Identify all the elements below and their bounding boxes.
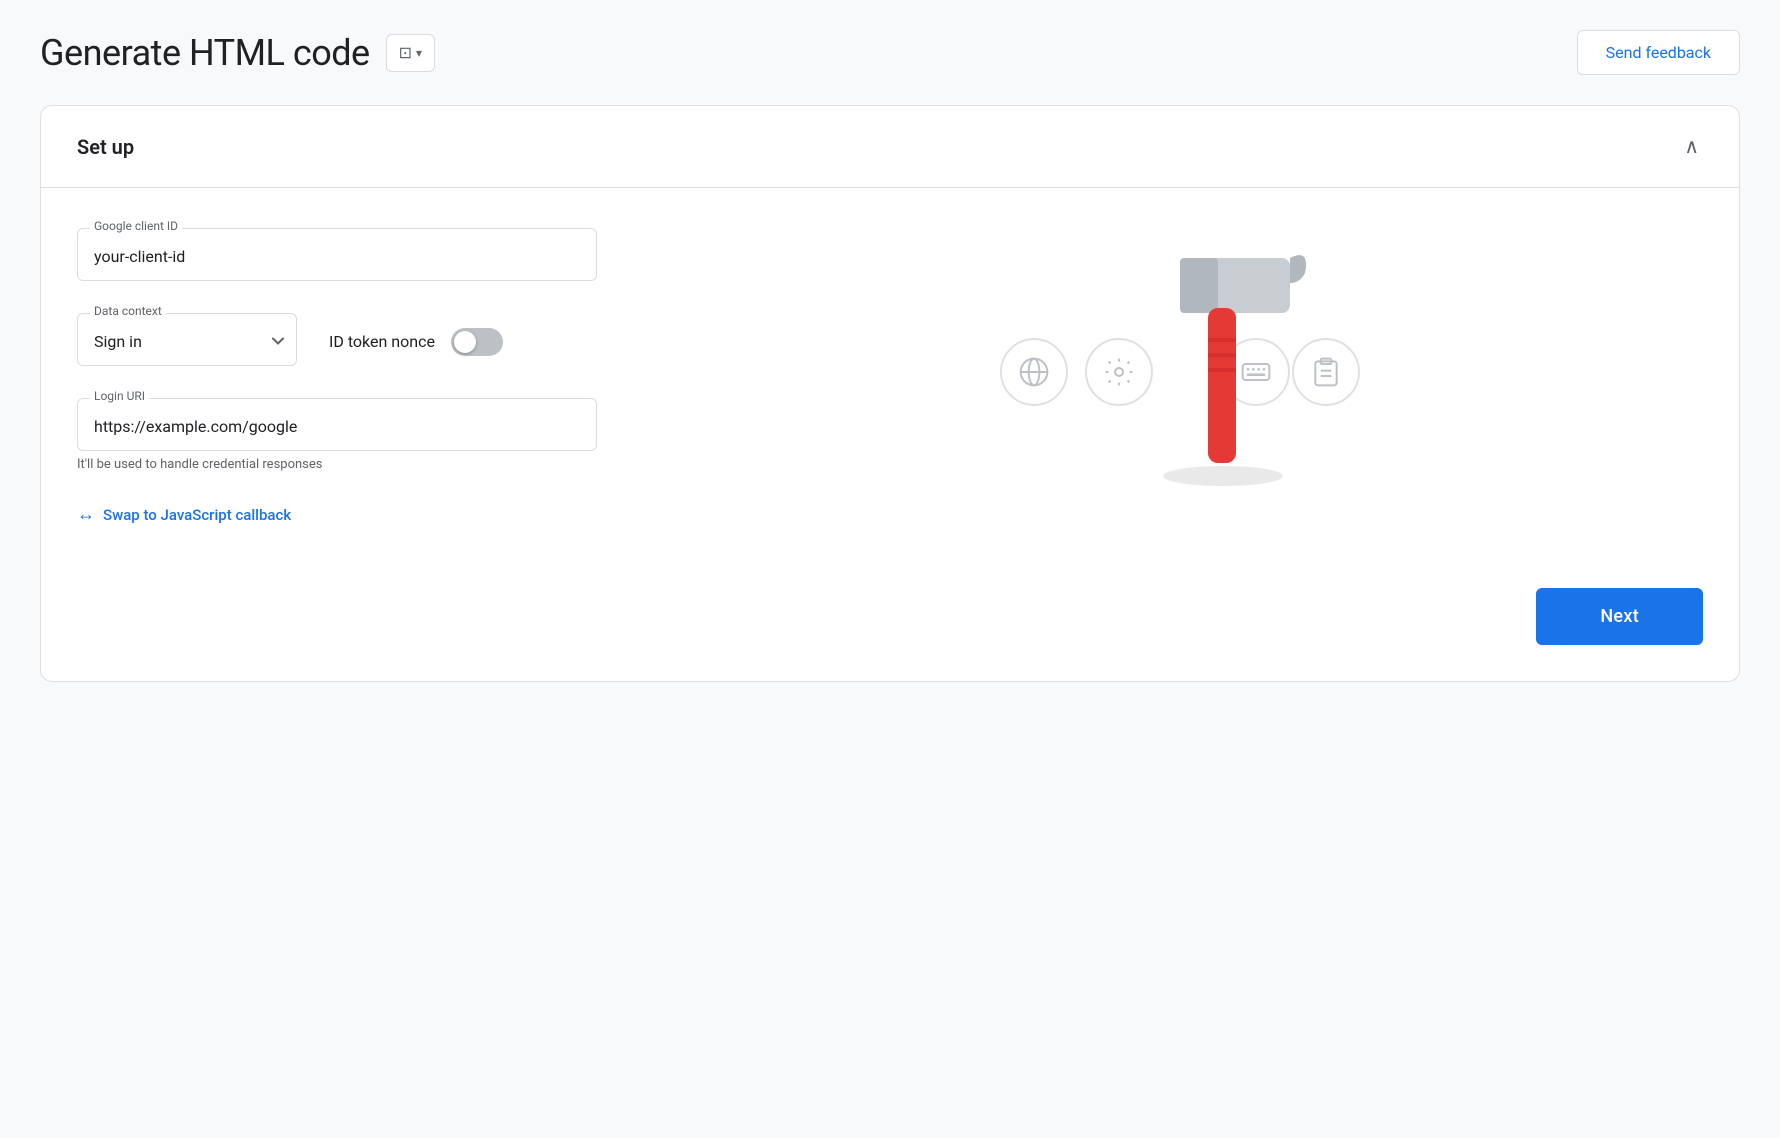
id-token-nonce-label: ID token nonce bbox=[329, 332, 435, 351]
login-uri-helper: It'll be used to handle credential respo… bbox=[77, 457, 597, 472]
chevron-down-icon: ▾ bbox=[416, 46, 422, 60]
header-left: Generate HTML code ⊡ ▾ bbox=[40, 32, 435, 74]
login-uri-label: Login URI bbox=[90, 389, 149, 403]
data-context-select[interactable]: Sign in Sign up Subscribe bbox=[78, 314, 296, 365]
card-body: Google client ID Data context Sign in Si… bbox=[41, 188, 1739, 568]
login-uri-field: Login URI bbox=[77, 398, 597, 451]
login-uri-input[interactable] bbox=[78, 399, 596, 450]
card-footer: Next bbox=[41, 568, 1739, 681]
form-section: Google client ID Data context Sign in Si… bbox=[77, 228, 597, 528]
page-title: Generate HTML code bbox=[40, 32, 370, 74]
data-context-label: Data context bbox=[90, 304, 166, 318]
id-token-nonce-row: ID token nonce bbox=[329, 328, 503, 356]
illustration-section bbox=[637, 228, 1703, 528]
toggle-slider bbox=[451, 328, 503, 356]
collapse-button[interactable]: ∧ bbox=[1680, 130, 1703, 163]
section-title: Set up bbox=[77, 135, 134, 159]
swap-to-js-callback-link[interactable]: ↔ Swap to JavaScript callback bbox=[77, 504, 597, 525]
card-header: Set up ∧ bbox=[41, 106, 1739, 188]
page-header: Generate HTML code ⊡ ▾ Send feedback bbox=[40, 30, 1740, 75]
send-feedback-button[interactable]: Send feedback bbox=[1577, 30, 1740, 75]
login-uri-group: Login URI It'll be used to handle creden… bbox=[77, 398, 597, 472]
data-context-field: Data context Sign in Sign up Subscribe bbox=[77, 313, 297, 366]
context-toggle-row: Data context Sign in Sign up Subscribe I… bbox=[77, 313, 597, 366]
hammer-illustration bbox=[1120, 238, 1320, 502]
globe-icon-circle bbox=[1000, 338, 1068, 406]
google-client-id-label: Google client ID bbox=[90, 219, 182, 233]
bookmark-icon: ⊡ bbox=[399, 43, 412, 63]
id-token-nonce-toggle[interactable] bbox=[451, 328, 503, 356]
swap-link-label: Swap to JavaScript callback bbox=[103, 506, 291, 524]
next-button[interactable]: Next bbox=[1536, 588, 1703, 645]
google-client-id-field: Google client ID bbox=[77, 228, 597, 281]
google-client-id-input[interactable] bbox=[78, 229, 596, 280]
bookmark-button[interactable]: ⊡ ▾ bbox=[386, 34, 435, 72]
swap-icon: ↔ bbox=[77, 504, 95, 525]
main-card: Set up ∧ Google client ID Data context S… bbox=[40, 105, 1740, 682]
